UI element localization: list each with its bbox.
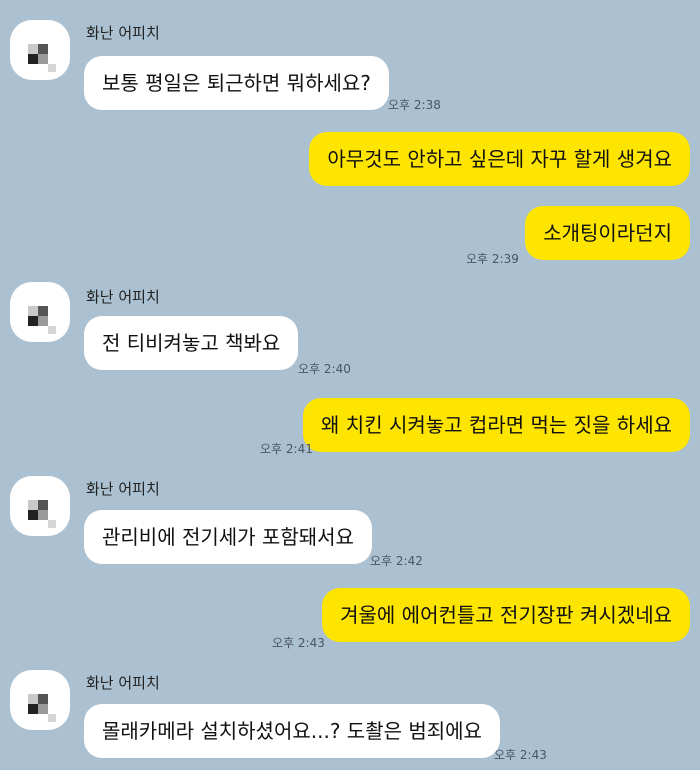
message-bubble[interactable]: 소개팅이라던지 — [525, 206, 690, 260]
message-bubble[interactable]: 관리비에 전기세가 포함돼서요 — [84, 510, 372, 564]
profile-avatar[interactable] — [10, 670, 70, 730]
message-time: 오후 2:39 — [466, 252, 519, 266]
sender-name: 화난 어피치 — [86, 674, 160, 692]
message-time: 오후 2:41 — [260, 442, 313, 456]
message-bubble[interactable]: 아무것도 안하고 싶은데 자꾸 할게 생겨요 — [309, 132, 690, 186]
chat-room: 화난 어피치 보통 평일은 퇴근하면 뭐하세요? 오후 2:38 아무것도 안하… — [0, 0, 700, 770]
message-time: 오후 2:43 — [494, 748, 547, 762]
message-time: 오후 2:40 — [298, 362, 351, 376]
profile-avatar[interactable] — [10, 476, 70, 536]
message-time: 오후 2:38 — [388, 98, 441, 112]
message-bubble[interactable]: 왜 치킨 시켜놓고 컵라면 먹는 짓을 하세요 — [303, 398, 690, 452]
sender-name: 화난 어피치 — [86, 24, 160, 42]
message-bubble[interactable]: 전 티비켜놓고 책봐요 — [84, 316, 299, 370]
message-time: 오후 2:43 — [272, 636, 325, 650]
message-bubble[interactable]: 몰래카메라 설치하셨어요...? 도촬은 범죄에요 — [84, 704, 500, 758]
profile-avatar[interactable] — [10, 20, 70, 80]
profile-avatar[interactable] — [10, 282, 70, 342]
sender-name: 화난 어피치 — [86, 480, 160, 498]
message-bubble[interactable]: 보통 평일은 퇴근하면 뭐하세요? — [84, 56, 389, 110]
message-time: 오후 2:42 — [370, 554, 423, 568]
sender-name: 화난 어피치 — [86, 288, 160, 306]
message-bubble[interactable]: 겨울에 에어컨틀고 전기장판 켜시겠네요 — [322, 588, 690, 642]
